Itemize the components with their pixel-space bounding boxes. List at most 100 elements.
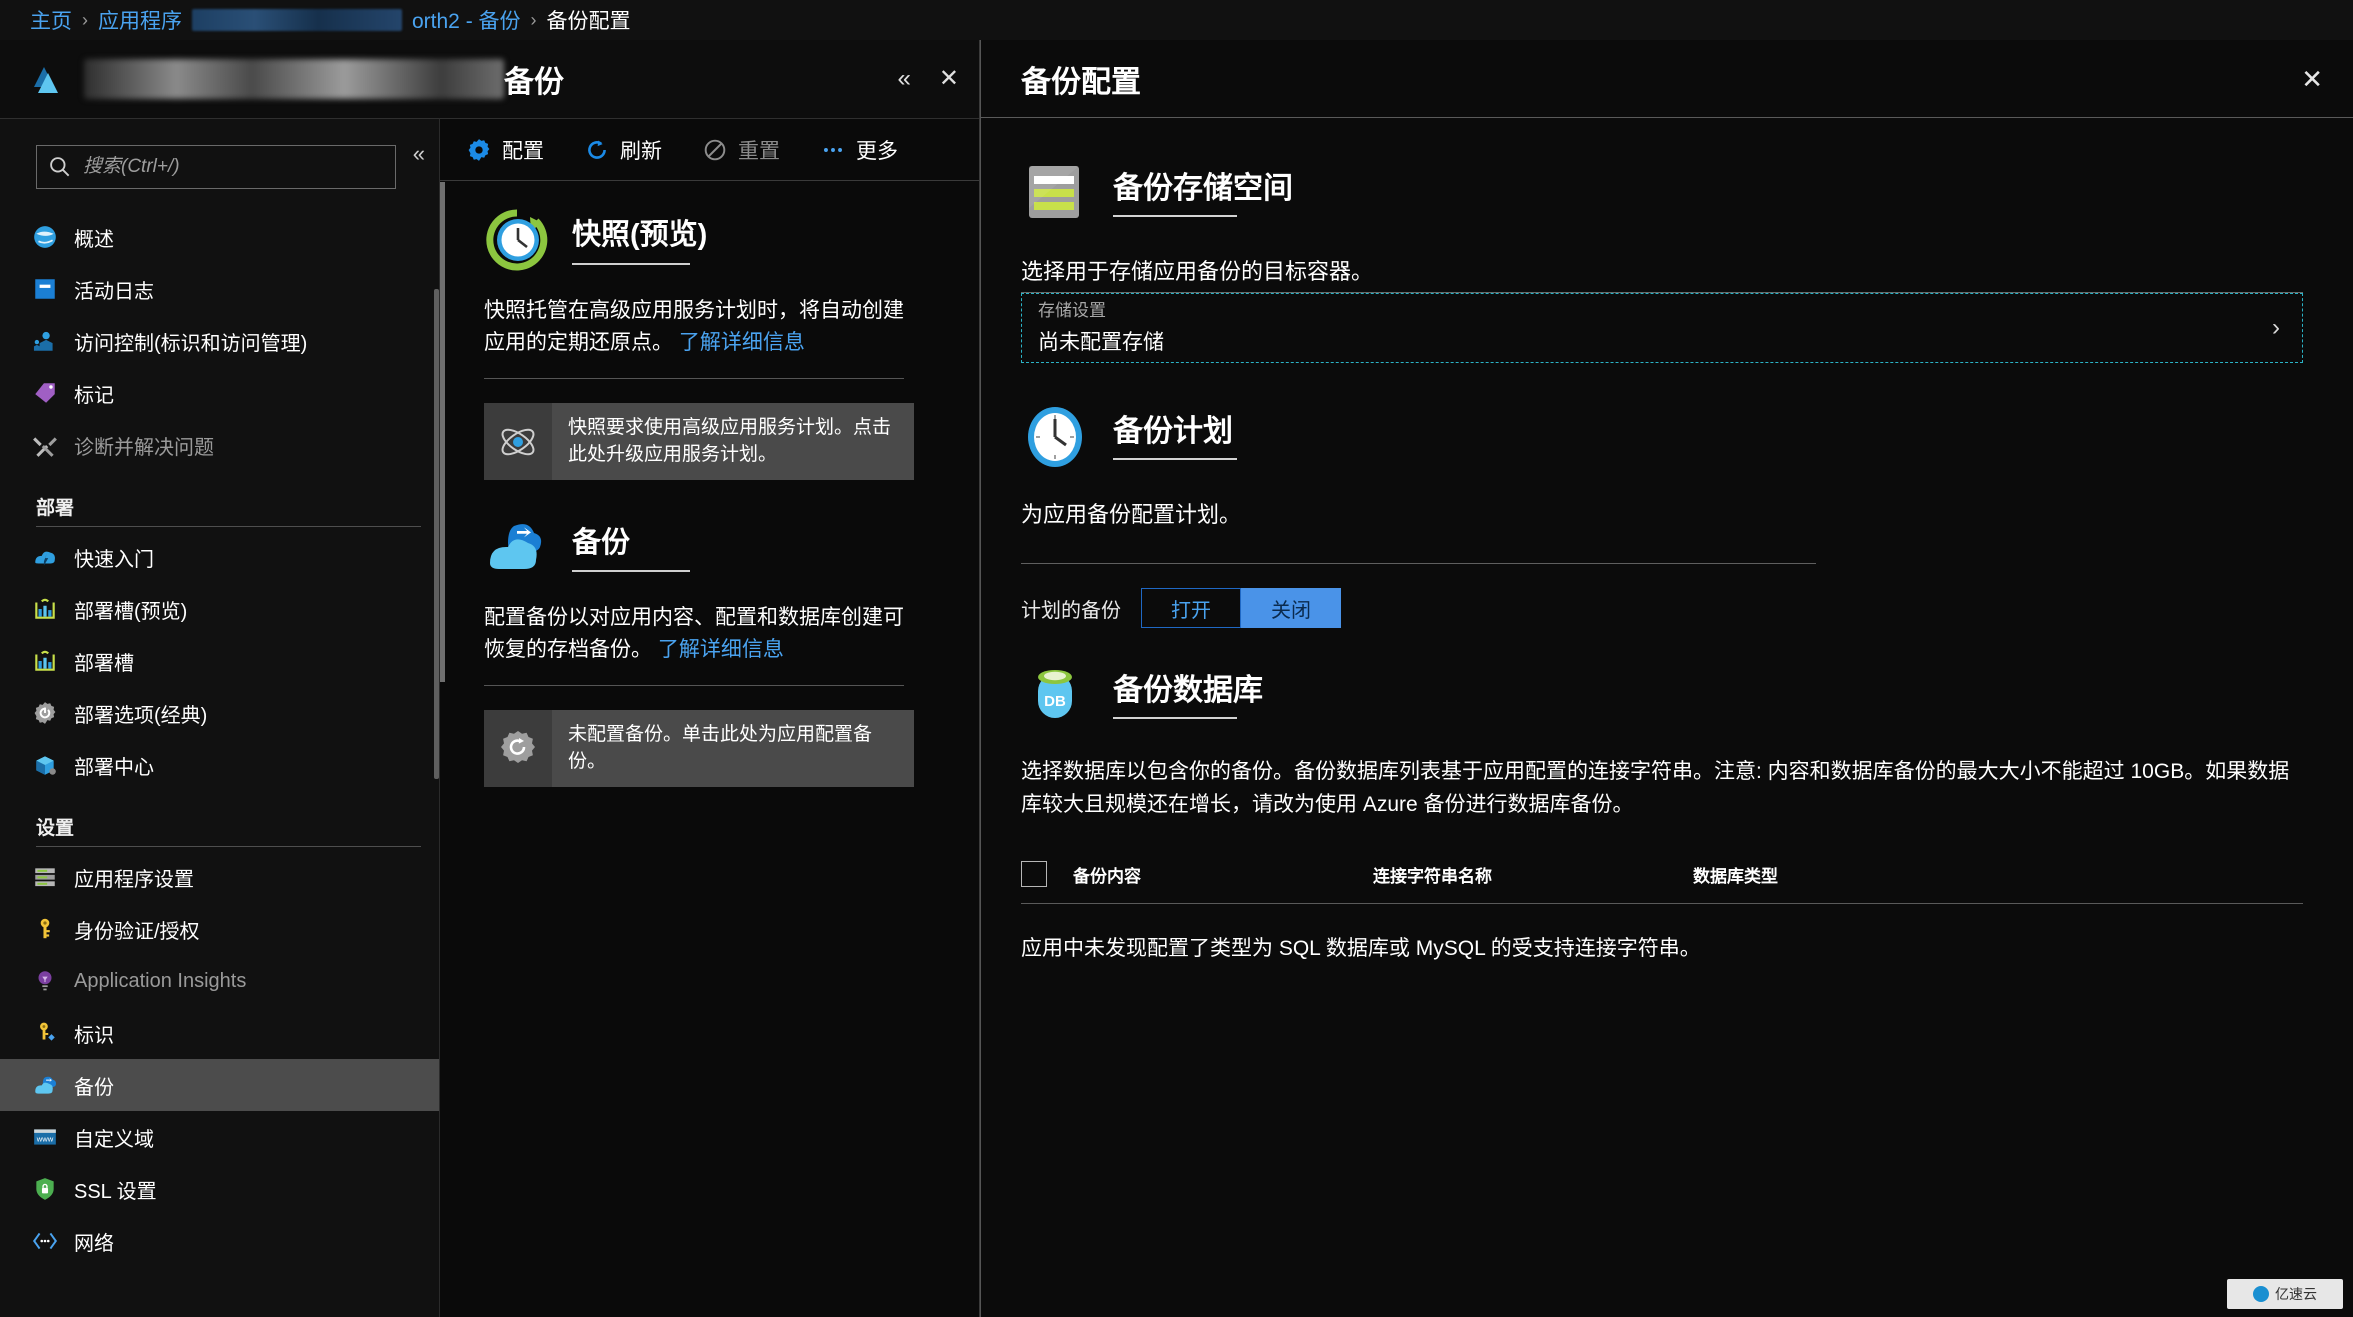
backup-notice-text: 未配置备份。单击此处为应用配置备份。	[568, 724, 873, 772]
sidebar: « 概述	[0, 118, 440, 1317]
storage-settings-value: 尚未配置存储	[1038, 330, 1164, 354]
ellipsis-icon	[824, 147, 842, 152]
backup-divider	[484, 685, 904, 687]
backup-database-description: 选择数据库以包含你的备份。备份数据库列表基于应用配置的连接字符串。注意: 内容和…	[1021, 760, 2290, 816]
sidebar-item-label: 诊断并解决问题	[74, 436, 214, 459]
sidebar-item-access-control[interactable]: 访问控制(标识和访问管理)	[0, 315, 439, 367]
chevron-right-icon: ›	[2272, 314, 2280, 341]
sidebar-item-network[interactable]: 网络	[0, 1215, 439, 1267]
snapshot-notice-text: 快照要求使用高级应用服务计划。点击此处升级应用服务计划。	[568, 417, 892, 465]
breadcrumb-separator-1: ›	[82, 9, 88, 30]
refresh-icon	[588, 139, 606, 159]
configure-button[interactable]: 配置	[466, 135, 544, 165]
scheduled-backup-off-button[interactable]: 关闭	[1241, 588, 1341, 628]
backup-card-header: 备份	[484, 514, 939, 580]
table-empty-message: 应用中未发现配置了类型为 SQL 数据库或 MySQL 的受支持连接字符串。	[1021, 937, 1701, 961]
blade-close-icon[interactable]: ✕	[939, 67, 959, 91]
sidebar-item-tags[interactable]: 标记	[0, 367, 439, 419]
blade-collapse-icon[interactable]: «	[898, 67, 911, 91]
sidebar-item-authentication[interactable]: 身份验证/授权	[0, 903, 439, 955]
storage-settings-picker[interactable]: 存储设置 尚未配置存储 ›	[1021, 293, 2303, 363]
sidebar-item-backup[interactable]: 备份	[0, 1059, 439, 1111]
search-box[interactable]	[36, 145, 396, 189]
backup-overview-pane: 配置 刷新 重置 更多 快照(预览) 快照托管在高级应用服务计划时，将自动创建应…	[440, 118, 979, 1317]
close-icon[interactable]: ✕	[2301, 66, 2323, 92]
refresh-label: 刷新	[620, 139, 662, 163]
sidebar-item-deployment-center[interactable]: 部署中心	[0, 739, 439, 791]
sidebar-divider-settings	[36, 846, 421, 847]
snapshot-learn-more-link[interactable]: 了解详细信息	[679, 331, 805, 354]
reset-button[interactable]: 重置	[702, 135, 780, 165]
sidebar-item-overview[interactable]: 概述	[0, 211, 439, 263]
sidebar-item-label: SSL 设置	[74, 1180, 157, 1203]
app-service-icon	[26, 57, 70, 101]
identity-icon	[40, 1022, 55, 1041]
backup-title-block: 备份	[572, 523, 690, 572]
backup-schedule-description: 为应用备份配置计划。	[1021, 502, 1242, 527]
notice-icon-wrap	[484, 403, 552, 481]
backup-card: 备份 配置备份以对应用内容、配置和数据库创建可恢复的存档备份。 了解详细信息	[440, 480, 979, 687]
sidebar-group-deploy: 部署	[36, 498, 75, 519]
activity-log-icon	[35, 279, 55, 299]
sidebar-item-quickstart[interactable]: 快速入门	[0, 531, 439, 583]
sidebar-item-label: 访问控制(标识和访问管理)	[74, 332, 308, 355]
sidebar-item-activity-log[interactable]: 活动日志	[0, 263, 439, 315]
resource-blade: 备份 « ✕ « 搜索(Ctrl+/) 概述 活动日志 访问控制(标识和访问管理…	[0, 40, 980, 1317]
network-icon	[32, 1232, 58, 1250]
more-button[interactable]: 更多	[820, 135, 898, 165]
sidebar-item-identity[interactable]: 标识	[0, 1007, 439, 1059]
backup-title: 备份	[572, 526, 631, 559]
column-header-database-type: 数据库类型	[1693, 866, 1778, 886]
blade-title: 备份	[504, 66, 564, 99]
breadcrumb-app-programs[interactable]: 应用程序	[98, 5, 182, 35]
snapshot-upgrade-notice[interactable]: 快照要求使用高级应用服务计划。点击此处升级应用服务计划。	[484, 403, 914, 481]
sidebar-item-deployment-slot[interactable]: 部署槽	[0, 635, 439, 687]
database-icon: DB	[1038, 670, 1072, 718]
breadcrumb-current: 备份配置	[546, 10, 631, 33]
backup-config-title: 备份配置	[1021, 65, 1141, 99]
snapshot-underline	[572, 262, 690, 265]
deployment-slot-icon	[35, 650, 55, 671]
svg-text:DB: DB	[1044, 693, 1066, 710]
sidebar-item-deployment-slot-preview[interactable]: 部署槽(预览)	[0, 583, 439, 635]
backup-cloud-icon	[35, 1076, 57, 1094]
refresh-button[interactable]: 刷新	[584, 135, 662, 165]
sidebar-scrollbar[interactable]	[434, 289, 439, 779]
middle-scrollbar[interactable]	[440, 182, 445, 682]
sidebar-item-application-insights[interactable]: Application Insights	[0, 955, 439, 1007]
configure-label: 配置	[502, 139, 544, 163]
tag-icon	[35, 383, 55, 403]
backup-learn-more-link[interactable]: 了解详细信息	[658, 638, 784, 661]
scheduled-backup-toggle: 打开 关闭	[1141, 588, 1341, 628]
backup-schedule-underline	[1113, 457, 1237, 460]
search-input[interactable]	[83, 156, 385, 178]
search-icon	[50, 157, 70, 177]
backup-not-configured-notice[interactable]: 未配置备份。单击此处为应用配置备份。	[484, 710, 914, 788]
notice-icon-wrap	[484, 710, 552, 788]
backup-database-underline	[1113, 716, 1237, 719]
scheduled-backup-on-button[interactable]: 打开	[1141, 588, 1241, 628]
select-all-checkbox[interactable]	[1021, 861, 1047, 888]
backup-database-table: 备份内容 连接字符串名称 数据库类型 应用中未发现配置了类型为 SQL 数据库或…	[1021, 861, 2303, 962]
access-control-icon	[33, 331, 53, 351]
auth-key-icon	[40, 918, 50, 939]
sidebar-item-label: 快速入门	[74, 548, 154, 571]
storage-container-icon	[1029, 166, 1079, 218]
sidebar-item-label: 部署中心	[74, 756, 154, 779]
breadcrumb-home[interactable]: 主页	[30, 5, 72, 35]
sidebar-item-app-settings[interactable]: 应用程序设置	[0, 851, 439, 903]
sidebar-item-label: 备份	[74, 1076, 114, 1099]
sidebar-item-ssl-settings[interactable]: SSL 设置	[0, 1163, 439, 1215]
backup-storage-underline	[1113, 214, 1237, 217]
reset-label: 重置	[738, 139, 780, 163]
sidebar-collapse-icon[interactable]: «	[407, 137, 431, 171]
snapshot-clock-icon	[486, 209, 548, 271]
ssl-shield-icon	[36, 1178, 54, 1200]
backup-database-title-block: 备份数据库	[1113, 674, 1263, 719]
sidebar-item-custom-domain[interactable]: www 自定义域	[0, 1111, 439, 1163]
sidebar-item-deployment-options[interactable]: 部署选项(经典)	[0, 687, 439, 739]
app-insights-icon	[38, 971, 52, 991]
breadcrumb-resource[interactable]: orth2 - 备份	[412, 5, 521, 35]
snapshot-card-header: 快照(预览)	[484, 207, 939, 273]
sidebar-item-diagnose[interactable]: 诊断并解决问题	[0, 419, 439, 471]
